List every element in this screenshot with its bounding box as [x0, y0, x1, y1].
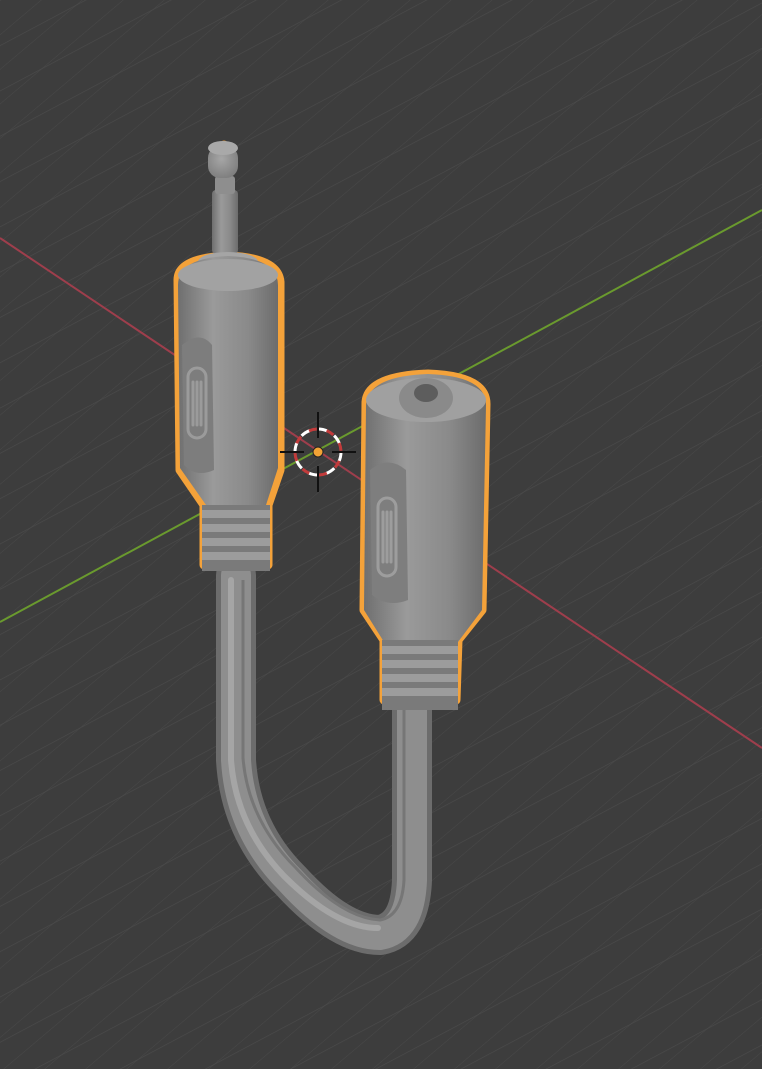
strain-relief [382, 640, 458, 710]
origin-dot [312, 446, 324, 458]
3d-viewport[interactable] [0, 0, 762, 1069]
strain-relief [202, 505, 270, 571]
